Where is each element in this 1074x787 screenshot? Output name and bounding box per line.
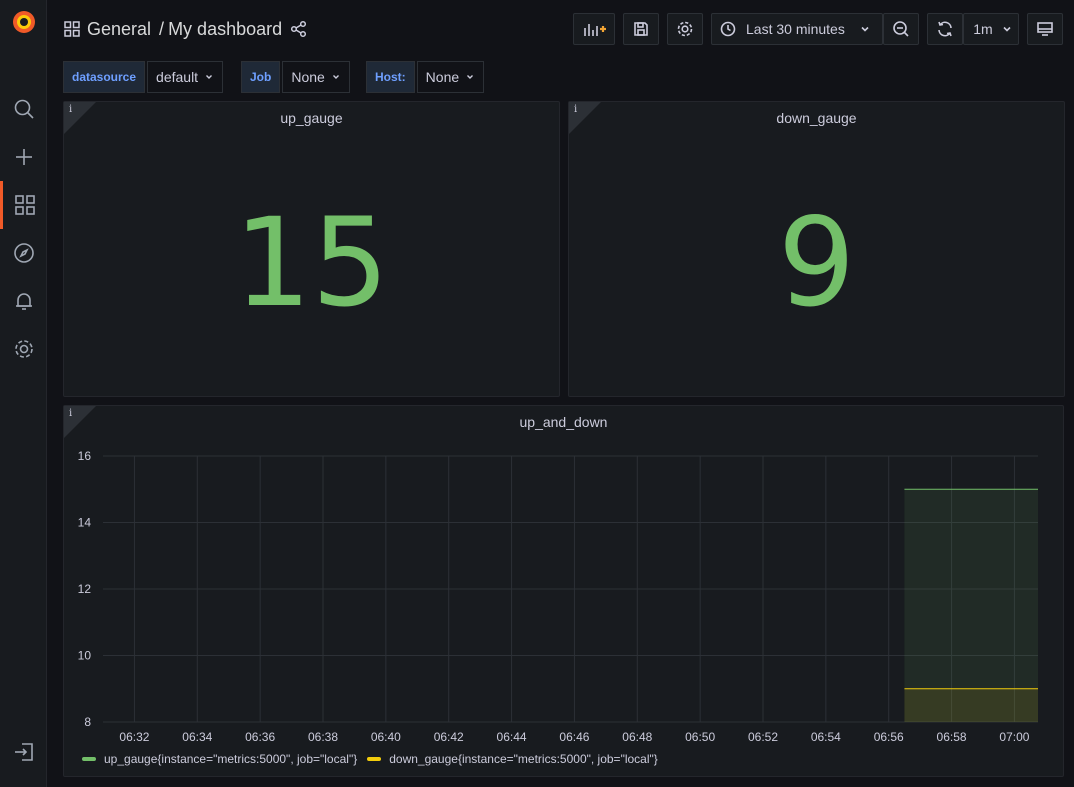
panel-down-gauge[interactable]: i down_gauge 9: [568, 101, 1065, 397]
grafana-logo-icon[interactable]: [0, 4, 47, 40]
variable-value: default: [156, 69, 199, 85]
refresh-icon: [938, 21, 952, 37]
variable-label-datasource: datasource: [63, 61, 146, 93]
sidebar: [0, 0, 47, 787]
variable-host: Host: None: [366, 61, 485, 93]
search-icon[interactable]: [0, 91, 47, 127]
legend-item-down[interactable]: down_gauge{instance="metrics:5000", job=…: [367, 752, 658, 766]
add-panel-button[interactable]: [573, 13, 615, 45]
variable-label-job: Job: [241, 61, 281, 93]
monitor-icon: [1037, 22, 1053, 36]
sign-in-icon[interactable]: [0, 734, 47, 770]
x-tick-label: 06:48: [622, 730, 652, 744]
refresh-button[interactable]: [927, 13, 963, 45]
y-tick-label: 8: [84, 715, 91, 729]
panel-up-and-down[interactable]: i up_and_down 16 14 12 10 8 06:32 06:34 06:36 06…: [63, 405, 1064, 777]
dashboard-title[interactable]: My dashboard: [168, 19, 282, 40]
dashboard-grid-icon: [63, 16, 81, 43]
variable-select-job[interactable]: None: [282, 61, 350, 93]
legend-swatch: [367, 757, 382, 761]
refresh-interval-picker[interactable]: 1m: [963, 13, 1019, 45]
stat-value: 15: [233, 192, 390, 334]
x-tick-label: 06:44: [497, 730, 527, 744]
create-plus-icon[interactable]: [0, 139, 47, 175]
configuration-gear-icon[interactable]: [0, 331, 47, 367]
explore-compass-icon[interactable]: [0, 235, 47, 271]
x-tick-label: 06:46: [559, 730, 589, 744]
x-tick-label: 06:58: [937, 730, 967, 744]
tv-mode-button[interactable]: [1027, 13, 1063, 45]
legend-swatch: [82, 757, 96, 761]
zoom-out-icon: [893, 21, 909, 37]
y-tick-label: 16: [78, 449, 92, 463]
panel-title[interactable]: up_and_down: [64, 414, 1063, 430]
variable-select-host[interactable]: None: [416, 61, 485, 93]
chevron-down-icon: [467, 75, 474, 79]
legend-label: up_gauge{instance="metrics:5000", job="l…: [104, 752, 358, 766]
graph-plot[interactable]: 16 14 12 10 8 06:32 06:34 06:36 06:38 06:40 06:42 0…: [64, 436, 1063, 776]
gear-icon: [677, 21, 693, 37]
legend-item-up[interactable]: up_gauge{instance="metrics:5000", job="l…: [82, 752, 357, 766]
dashboards-icon[interactable]: [0, 181, 47, 229]
x-tick-label: 06:52: [748, 730, 778, 744]
refresh-interval-label: 1m: [973, 21, 993, 37]
x-tick-label: 06:42: [434, 730, 464, 744]
legend-label: down_gauge{instance="metrics:5000", job=…: [389, 752, 658, 766]
chevron-down-icon: [206, 75, 213, 79]
time-picker-button[interactable]: Last 30 minutes: [711, 13, 883, 45]
x-tick-label: 06:54: [811, 730, 841, 744]
time-range-label: Last 30 minutes: [746, 21, 845, 37]
clock-icon: [720, 21, 736, 37]
panel-title[interactable]: up_gauge: [64, 110, 559, 126]
variable-job: Job None: [241, 61, 350, 93]
x-tick-label: 06:40: [371, 730, 401, 744]
breadcrumb: General / My dashboard: [63, 16, 314, 42]
x-tick-label: 06:32: [119, 730, 149, 744]
dashboard-navbar: General / My dashboard Last 30 minutes 1…: [47, 0, 1074, 58]
breadcrumb-folder[interactable]: General: [87, 19, 151, 40]
panel-title[interactable]: down_gauge: [569, 110, 1064, 126]
share-icon[interactable]: [290, 16, 308, 43]
y-tick-label: 14: [78, 516, 92, 530]
x-tick-label: 06:56: [874, 730, 904, 744]
dashboard-settings-button[interactable]: [667, 13, 703, 45]
graph-legend: up_gauge{instance="metrics:5000", job="l…: [82, 752, 668, 766]
variable-value: None: [425, 69, 460, 85]
series-area-up: [904, 489, 1038, 722]
x-tick-label: 06:38: [308, 730, 338, 744]
panel-up-gauge[interactable]: i up_gauge 15: [63, 101, 560, 397]
chevron-down-icon: [861, 26, 869, 32]
add-panel-icon: [584, 24, 606, 36]
breadcrumb-separator: /: [159, 18, 165, 39]
variable-datasource: datasource default: [63, 61, 224, 93]
chevron-down-icon: [332, 75, 339, 79]
variable-select-datasource[interactable]: default: [147, 61, 224, 93]
stat-value: 9: [777, 192, 856, 334]
save-icon: [634, 22, 648, 36]
x-tick-label: 07:00: [999, 730, 1029, 744]
y-tick-label: 10: [78, 649, 92, 663]
x-tick-label: 06:36: [245, 730, 275, 744]
x-tick-label: 06:50: [685, 730, 715, 744]
x-tick-label: 06:34: [182, 730, 212, 744]
variable-label-host: Host:: [366, 61, 415, 93]
y-tick-label: 12: [78, 582, 92, 596]
zoom-out-button[interactable]: [883, 13, 919, 45]
series-area-down: [904, 688, 1038, 722]
chevron-down-icon: [1003, 26, 1011, 32]
save-dashboard-button[interactable]: [623, 13, 659, 45]
variable-value: None: [291, 69, 325, 85]
alerting-bell-icon[interactable]: [0, 283, 47, 319]
